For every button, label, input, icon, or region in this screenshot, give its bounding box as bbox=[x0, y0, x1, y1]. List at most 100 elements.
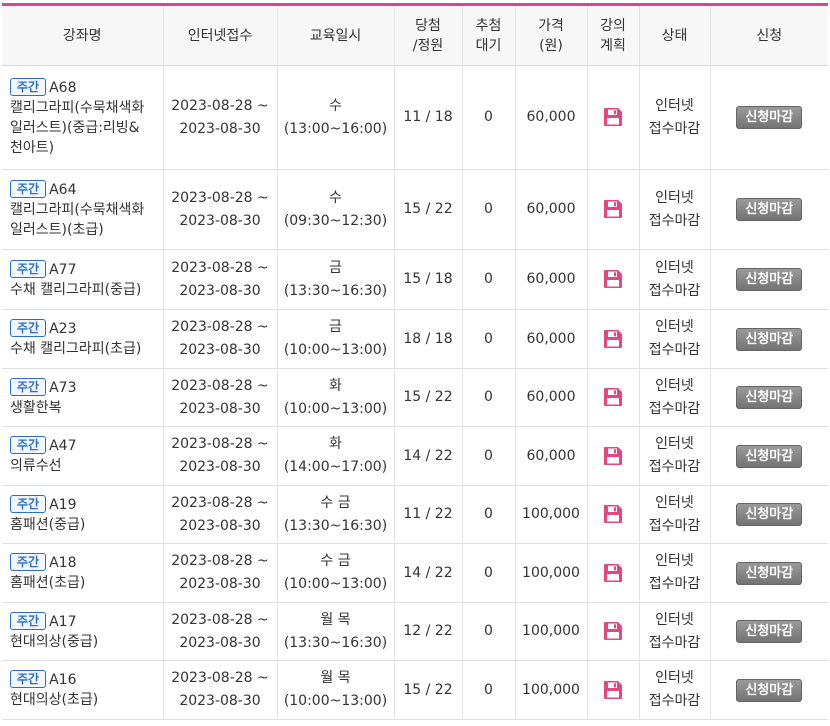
course-name-cell[interactable]: 주간 A17 현대의상(중급) bbox=[2, 602, 163, 661]
plan-cell bbox=[586, 368, 639, 427]
price-cell: 60,000 bbox=[514, 249, 587, 310]
registration-period-cell: 2023-08-28 ~2023-08-30 bbox=[162, 660, 277, 720]
table-row: 주간 A47 의류수선 2023-08-28 ~2023-08-30 화 (14:00~1… bbox=[2, 426, 828, 486]
price-cell: 60,000 bbox=[514, 426, 587, 486]
apply-cell: 신청마감 bbox=[709, 426, 828, 486]
course-code: A68 bbox=[49, 79, 77, 96]
registration-period-cell: 2023-08-28 ~2023-08-30 bbox=[162, 485, 277, 544]
registration-period-cell: 2023-08-28 ~2023-08-30 bbox=[162, 309, 277, 369]
course-name-cell[interactable]: 주간 A68 캘리그라피(수묵채색화 일러스트)(중급:리빙& 천아트) bbox=[2, 65, 163, 170]
quota-cell: 12 / 22 bbox=[393, 602, 462, 661]
table-row: 주간 A18 홈패션(초급) 2023-08-28 ~2023-08-30 수 금 (10… bbox=[2, 543, 828, 603]
waiting-cell: 0 bbox=[461, 543, 515, 603]
status-cell: 인터넷 접수마감 bbox=[638, 602, 710, 661]
registration-closed-button[interactable]: 신청마감 bbox=[736, 268, 803, 291]
waiting-cell: 0 bbox=[461, 249, 515, 310]
apply-cell: 신청마감 bbox=[709, 309, 828, 369]
price-cell: 60,000 bbox=[514, 65, 587, 170]
waiting-cell: 0 bbox=[461, 602, 515, 661]
status-cell: 인터넷 접수마감 bbox=[638, 426, 710, 486]
status-cell: 인터넷 접수마감 bbox=[638, 660, 710, 720]
registration-closed-button[interactable]: 신청마감 bbox=[736, 106, 803, 129]
schedule-cell: 월 목 (10:00~13:00) bbox=[276, 660, 394, 720]
weekday-badge: 주간 bbox=[10, 77, 47, 96]
course-name-line: 의류수선 bbox=[10, 458, 62, 474]
table-row: 주간 A73 생활한복 2023-08-28 ~2023-08-30 화 (10:00~1… bbox=[2, 368, 828, 427]
course-name-cell[interactable]: 주간 A47 의류수선 bbox=[2, 426, 163, 486]
header-status: 상태 bbox=[638, 4, 710, 66]
registration-closed-button[interactable]: 신청마감 bbox=[736, 444, 803, 468]
registration-period-cell: 2023-08-28 ~2023-08-30 bbox=[162, 169, 277, 250]
header-plan: 강의 계획 bbox=[586, 4, 639, 66]
course-code: A18 bbox=[49, 555, 77, 571]
header-quota: 당첨 /정원 bbox=[393, 4, 462, 66]
status-cell: 인터넷 접수마감 bbox=[638, 485, 710, 544]
course-name-cell[interactable]: 주간 A73 생활한복 bbox=[2, 368, 163, 427]
weekday-badge: 주간 bbox=[10, 553, 47, 571]
registration-closed-button[interactable]: 신청마감 bbox=[736, 386, 803, 409]
course-code: A17 bbox=[49, 613, 77, 630]
registration-closed-button[interactable]: 신청마감 bbox=[736, 198, 803, 221]
floppy-disk-icon[interactable] bbox=[603, 504, 623, 524]
table-row: 주간 A23 수채 캘리그라피(초급) 2023-08-28 ~2023-08-30 금… bbox=[2, 309, 828, 369]
course-table: 강좌명 인터넷접수 교육일시 당첨 /정원 추첨 대기 가격 (원) 강의 계획 bbox=[2, 3, 828, 720]
course-rows: 주간 A68 캘리그라피(수묵채색화 일러스트)(중급:리빙& 천아트) 2023-08-… bbox=[2, 65, 828, 720]
registration-closed-button[interactable]: 신청마감 bbox=[736, 327, 803, 351]
waiting-cell: 0 bbox=[461, 485, 515, 544]
registration-closed-button[interactable]: 신청마감 bbox=[736, 503, 803, 526]
quota-cell: 18 / 18 bbox=[393, 309, 462, 369]
floppy-disk-icon[interactable] bbox=[603, 387, 623, 407]
course-name-cell[interactable]: 주간 A16 현대의상(초급) bbox=[2, 660, 163, 720]
course-name-line: 수채 캘리그라피(초급) bbox=[10, 341, 142, 357]
floppy-disk-icon[interactable] bbox=[603, 199, 623, 219]
course-name-cell[interactable]: 주간 A18 홈패션(초급) bbox=[2, 543, 163, 603]
registration-closed-button[interactable]: 신청마감 bbox=[736, 620, 803, 643]
floppy-disk-icon[interactable] bbox=[603, 107, 623, 127]
price-cell: 60,000 bbox=[514, 368, 587, 427]
waiting-cell: 0 bbox=[461, 309, 515, 369]
price-cell: 100,000 bbox=[514, 602, 587, 661]
schedule-cell: 수 (13:00~16:00) bbox=[276, 65, 394, 170]
weekday-badge: 주간 bbox=[10, 670, 47, 688]
status-cell: 인터넷 접수마감 bbox=[638, 249, 710, 310]
schedule-cell: 금 (13:30~16:30) bbox=[276, 249, 394, 310]
apply-cell: 신청마감 bbox=[709, 249, 828, 310]
course-name-cell[interactable]: 주간 A64 캘리그라피(수묵채색화 일러스트)(초급) bbox=[2, 169, 163, 250]
quota-cell: 11 / 18 bbox=[393, 65, 462, 170]
header-name: 강좌명 bbox=[2, 4, 163, 66]
floppy-disk-icon[interactable] bbox=[603, 563, 623, 583]
floppy-disk-icon[interactable] bbox=[603, 621, 623, 641]
course-name-line: 홈패션(초급) bbox=[10, 575, 86, 591]
registration-period-cell: 2023-08-28 ~2023-08-30 bbox=[162, 602, 277, 661]
apply-cell: 신청마감 bbox=[709, 65, 828, 170]
registration-period-cell: 2023-08-28 ~2023-08-30 bbox=[162, 368, 277, 427]
registration-period-cell: 2023-08-28 ~2023-08-30 bbox=[162, 543, 277, 603]
weekday-badge: 주간 bbox=[10, 494, 47, 513]
course-code: A77 bbox=[49, 261, 77, 278]
price-cell: 100,000 bbox=[514, 660, 587, 720]
registration-closed-button[interactable]: 신청마감 bbox=[736, 678, 803, 702]
weekday-badge: 주간 bbox=[10, 436, 47, 454]
course-name-cell[interactable]: 주간 A77 수채 캘리그라피(중급) bbox=[2, 249, 163, 310]
waiting-cell: 0 bbox=[461, 169, 515, 250]
floppy-disk-icon[interactable] bbox=[603, 269, 623, 289]
course-code: A19 bbox=[49, 496, 77, 513]
waiting-cell: 0 bbox=[461, 426, 515, 486]
floppy-disk-icon[interactable] bbox=[603, 446, 623, 466]
course-name-line: 현대의상(초급) bbox=[10, 692, 99, 708]
schedule-cell: 수 금 (13:30~16:30) bbox=[276, 485, 394, 544]
course-name-cell[interactable]: 주간 A23 수채 캘리그라피(초급) bbox=[2, 309, 163, 369]
registration-closed-button[interactable]: 신청마감 bbox=[736, 561, 803, 585]
floppy-disk-icon[interactable] bbox=[603, 680, 623, 700]
plan-cell bbox=[586, 660, 639, 720]
status-cell: 인터넷 접수마감 bbox=[638, 65, 710, 170]
course-name-line: 수채 캘리그라피(중급) bbox=[10, 281, 142, 298]
status-cell: 인터넷 접수마감 bbox=[638, 169, 710, 250]
floppy-disk-icon[interactable] bbox=[603, 329, 623, 349]
status-cell: 인터넷 접수마감 bbox=[638, 543, 710, 603]
price-cell: 60,000 bbox=[514, 309, 587, 369]
price-cell: 100,000 bbox=[514, 543, 587, 603]
course-name-cell[interactable]: 주간 A19 홈패션(중급) bbox=[2, 485, 163, 544]
apply-cell: 신청마감 bbox=[709, 543, 828, 603]
price-cell: 100,000 bbox=[514, 485, 587, 544]
